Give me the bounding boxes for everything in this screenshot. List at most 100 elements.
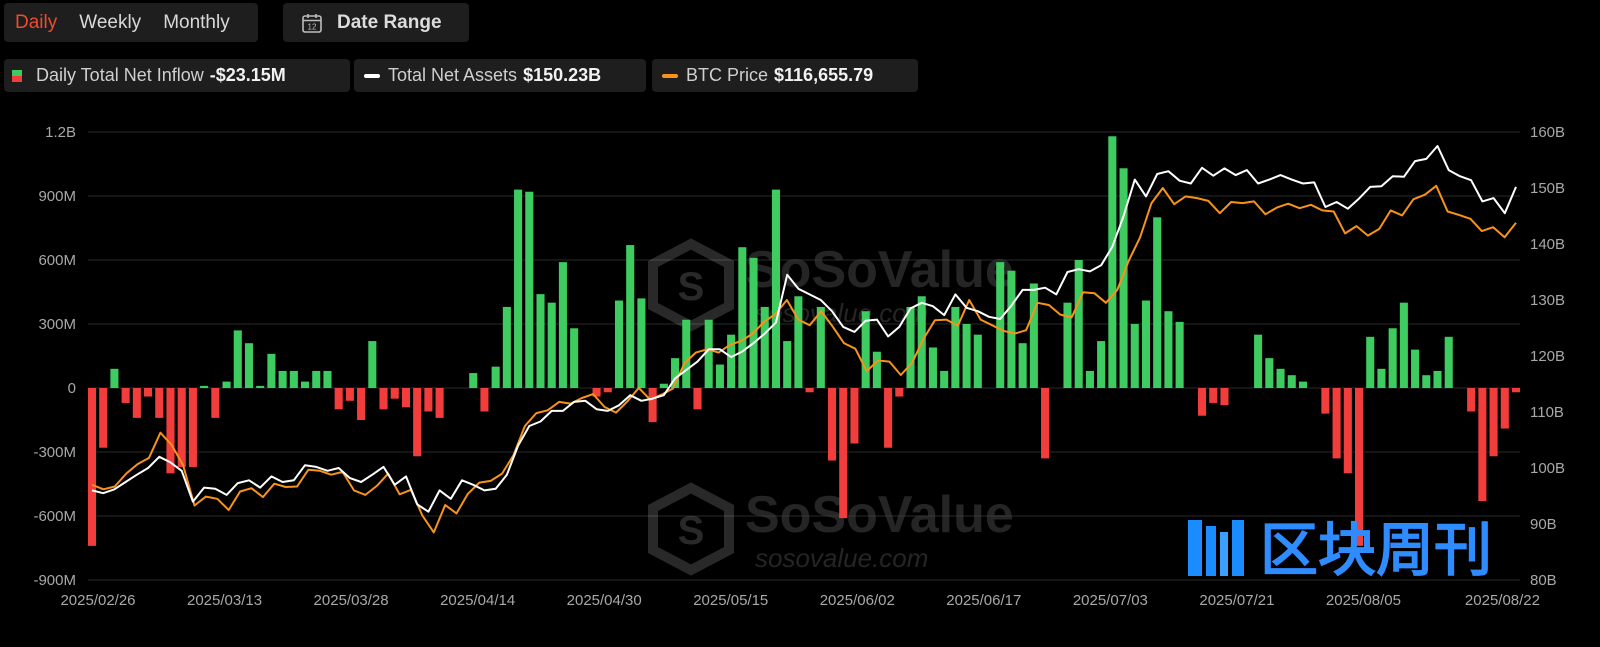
inflow-bar: [951, 306, 960, 388]
inflow-bar: [614, 300, 624, 388]
inflow-bar: [536, 294, 545, 388]
inflow-bar: [1343, 388, 1352, 474]
inflow-bar: [491, 366, 500, 388]
inflow-bar: [626, 245, 635, 388]
inflow-bar: [973, 334, 982, 388]
inflow-bar: [693, 388, 702, 410]
inflow-bar: [132, 388, 141, 418]
inflow-bar: [547, 302, 556, 388]
right-axis-tick: 90B: [1530, 516, 1557, 533]
inflow-bar: [267, 353, 276, 388]
inflow-bar: [771, 189, 781, 388]
left-axis-tick: 300M: [38, 316, 76, 333]
inflow-bar: [345, 388, 354, 401]
inflow-bar: [1265, 358, 1274, 388]
inflow-bar: [525, 191, 534, 388]
inflow-bar: [839, 388, 848, 519]
line-series: [91, 145, 1517, 534]
watermark-domain-2: sosovalue.com: [755, 543, 928, 573]
inflow-bar: [1141, 300, 1151, 388]
left-axis-tick: 0: [68, 380, 76, 397]
inflow-bar: [850, 388, 859, 444]
inflow-bar: [906, 306, 915, 388]
inflow-bar: [783, 341, 792, 388]
inflow-bar: [244, 343, 254, 388]
inflow-bar: [603, 388, 612, 393]
inflow-bar: [682, 319, 691, 388]
inflow-bar: [1209, 388, 1218, 403]
inflow-bars: [87, 136, 1521, 546]
left-axis-tick: -900M: [33, 572, 76, 589]
x-axis-tick: 2025/03/28: [314, 592, 389, 609]
inflow-bar: [379, 388, 388, 410]
inflow-bar: [278, 370, 287, 388]
left-axis: 1.2B 900M 600M 300M 0 -300M -600M -900M: [33, 124, 76, 589]
inflow-bar: [110, 368, 119, 388]
inflow-bar: [1029, 283, 1038, 388]
inflow-bar: [289, 370, 298, 388]
inflow-bar: [1478, 388, 1487, 502]
inflow-bar: [1489, 388, 1498, 457]
inflow-bar: [1276, 368, 1285, 388]
inflow-bar: [1254, 334, 1263, 388]
inflow-bar: [1074, 260, 1083, 388]
inflow-bar: [1377, 368, 1386, 388]
total-net-assets-line: [91, 145, 1517, 513]
inflow-bar: [1366, 336, 1375, 388]
inflow-bar: [334, 388, 343, 410]
inflow-bar: [962, 324, 971, 388]
right-axis-tick: 110B: [1530, 404, 1564, 421]
inflow-bar: [211, 388, 220, 418]
inflow-bar: [301, 381, 310, 388]
left-axis-tick: -300M: [33, 444, 76, 461]
inflow-bar: [435, 388, 444, 418]
x-axis-tick: 2025/08/05: [1326, 592, 1401, 609]
inflow-bar: [1467, 388, 1476, 412]
inflow-bar: [502, 306, 511, 388]
x-axis-tick: 2025/02/26: [60, 592, 135, 609]
cn-brand-watermark: 区块周刊: [1260, 516, 1492, 584]
etf-flow-chart: S SoSoValue sosovalue.com S SoSoValue so…: [33, 124, 1565, 609]
right-axis-tick: 120B: [1530, 348, 1565, 365]
inflow-bar: [715, 364, 724, 388]
right-axis-tick: 150B: [1530, 180, 1565, 197]
sosovalue-logo-icon: S: [648, 238, 734, 332]
inflow-bar: [368, 341, 377, 388]
x-axis: 2025/02/26 2025/03/13 2025/03/28 2025/04/14…: [60, 592, 1540, 609]
inflow-bar: [401, 388, 410, 408]
inflow-bar: [256, 385, 265, 388]
inflow-bar: [1153, 217, 1162, 388]
inflow-bar: [1399, 302, 1408, 388]
inflow-bar: [144, 388, 153, 397]
inflow-bar: [177, 388, 186, 467]
right-axis-tick: 140B: [1530, 236, 1565, 253]
inflow-bar: [1130, 324, 1139, 388]
x-axis-tick: 2025/07/21: [1199, 592, 1274, 609]
inflow-bar: [996, 262, 1005, 388]
inflow-bar: [1198, 388, 1207, 416]
left-axis-tick: 600M: [38, 252, 76, 269]
inflow-bar: [794, 296, 803, 388]
inflow-bar: [1287, 375, 1296, 388]
left-axis-tick: 1.2B: [45, 124, 76, 141]
inflow-bar: [1220, 388, 1229, 406]
inflow-bar: [1332, 388, 1341, 459]
inflow-bar: [188, 388, 197, 467]
inflow-bar: [805, 388, 814, 393]
inflow-bar: [827, 388, 837, 461]
inflow-bar: [738, 247, 747, 388]
x-axis-tick: 2025/08/22: [1465, 592, 1540, 609]
right-axis-tick: 130B: [1530, 292, 1565, 309]
inflow-bar: [200, 385, 209, 388]
x-axis-tick: 2025/07/03: [1073, 592, 1148, 609]
inflow-bar: [233, 330, 242, 388]
inflow-bar: [222, 381, 231, 388]
x-axis-tick: 2025/04/30: [567, 592, 642, 609]
inflow-bar: [514, 189, 523, 388]
watermark-brand-2: SoSoValue: [745, 486, 1014, 544]
btc-price-line: [91, 184, 1517, 534]
inflow-bar: [895, 388, 904, 397]
inflow-bar: [1119, 168, 1128, 388]
inflow-bar: [1388, 328, 1397, 388]
inflow-bar: [155, 388, 164, 418]
